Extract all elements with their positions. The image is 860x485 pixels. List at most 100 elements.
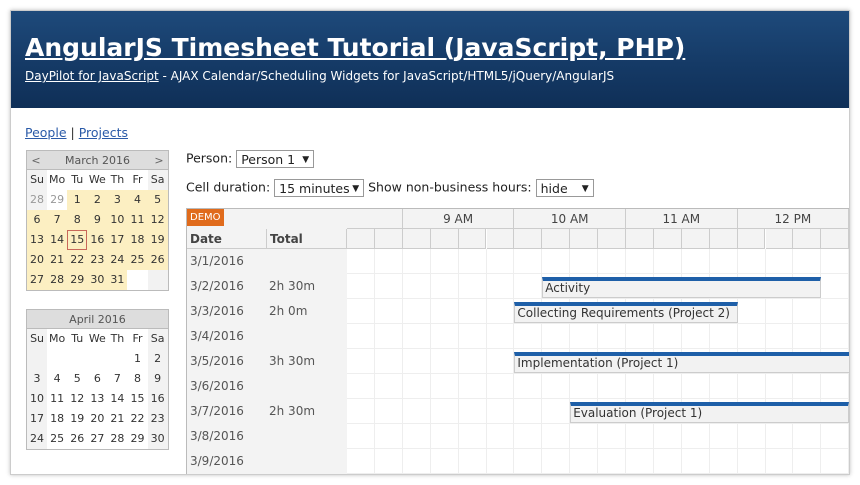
calendar-day[interactable]: 13 bbox=[27, 230, 48, 250]
page-header: AngularJS Timesheet Tutorial (JavaScript… bbox=[11, 11, 849, 108]
calendar-day[interactable]: 2 bbox=[147, 349, 168, 369]
row-header[interactable]: 3/8/2016 bbox=[187, 424, 347, 450]
daypilot-link[interactable]: DayPilot for JavaScript bbox=[25, 69, 159, 83]
calendar-day[interactable]: 25 bbox=[47, 429, 67, 449]
calendar-day[interactable]: 3 bbox=[27, 369, 48, 389]
row-header[interactable]: 3/5/2016 3h 30m bbox=[187, 349, 347, 375]
calendar-day[interactable]: 4 bbox=[127, 190, 148, 210]
calendar-day[interactable]: 20 bbox=[27, 250, 48, 270]
weekday-row: Su Mo Tu We Th Fr Sa bbox=[27, 170, 168, 190]
row-header[interactable]: 3/4/2016 bbox=[187, 324, 347, 350]
calendar-day[interactable]: 10 bbox=[27, 389, 48, 409]
calendar-day[interactable]: 24 bbox=[107, 250, 128, 270]
row-header[interactable]: 3/6/2016 bbox=[187, 374, 347, 400]
calendar-day[interactable]: 18 bbox=[127, 230, 148, 250]
cell-duration-select[interactable]: 15 minutes ▼ bbox=[274, 179, 365, 197]
page-title[interactable]: AngularJS Timesheet Tutorial (JavaScript… bbox=[25, 33, 685, 62]
next-month-button[interactable]: > bbox=[150, 154, 168, 167]
calendar-day[interactable]: 17 bbox=[107, 230, 128, 250]
calendar-day[interactable]: 21 bbox=[47, 250, 68, 270]
column-header-total[interactable]: Total bbox=[267, 229, 347, 249]
row-header[interactable]: 3/9/2016 bbox=[187, 449, 347, 474]
person-control: Person: Person 1 ▼ bbox=[186, 150, 315, 168]
calendar-day[interactable]: 19 bbox=[67, 409, 87, 429]
calendar-day[interactable]: 28 bbox=[27, 190, 48, 210]
calendar-day[interactable]: 14 bbox=[47, 230, 68, 250]
calendar-day[interactable]: 11 bbox=[127, 210, 148, 230]
time-cell-header bbox=[793, 229, 822, 249]
week-row: 10 11 12 13 14 15 16 bbox=[27, 389, 168, 409]
calendar-day[interactable]: 11 bbox=[47, 389, 67, 409]
calendar-day[interactable]: 12 bbox=[147, 210, 168, 230]
calendar-day[interactable]: 21 bbox=[107, 409, 127, 429]
calendar-day[interactable]: 15 bbox=[67, 230, 88, 250]
calendar-day[interactable]: 1 bbox=[67, 190, 88, 210]
calendar-day[interactable]: 17 bbox=[27, 409, 48, 429]
calendar-day[interactable]: 23 bbox=[87, 250, 108, 270]
calendar-day[interactable]: 6 bbox=[87, 369, 107, 389]
row-header[interactable]: 3/3/2016 2h 0m bbox=[187, 299, 347, 325]
calendar-day[interactable]: 16 bbox=[147, 389, 168, 409]
timesheet-event[interactable]: Activity bbox=[542, 277, 822, 298]
calendar-day[interactable]: 20 bbox=[87, 409, 107, 429]
calendar-day[interactable]: 28 bbox=[107, 429, 127, 449]
weekday-label: Tu bbox=[71, 173, 84, 186]
calendar-day[interactable]: 12 bbox=[67, 389, 87, 409]
nav-people-link[interactable]: People bbox=[25, 125, 67, 140]
calendar-day[interactable]: 27 bbox=[87, 429, 107, 449]
timesheet-event[interactable]: Implementation (Project 1) bbox=[514, 352, 849, 373]
hour-header bbox=[347, 209, 403, 229]
calendar-day[interactable]: 5 bbox=[67, 369, 87, 389]
calendar-day[interactable]: 26 bbox=[67, 429, 87, 449]
calendar-day[interactable]: 7 bbox=[107, 369, 127, 389]
calendar-day[interactable]: 29 bbox=[47, 190, 67, 210]
row-header[interactable]: 3/1/2016 bbox=[187, 249, 347, 275]
timesheet-event[interactable]: Collecting Requirements (Project 2) bbox=[514, 302, 738, 323]
calendar-day[interactable]: 31 bbox=[107, 270, 128, 290]
calendar-day[interactable]: 25 bbox=[127, 250, 148, 270]
calendar-day[interactable]: 22 bbox=[67, 250, 88, 270]
calendar-day[interactable]: 27 bbox=[27, 270, 48, 290]
timesheet-event[interactable]: Evaluation (Project 1) bbox=[570, 402, 849, 423]
calendar-day[interactable]: 13 bbox=[87, 389, 107, 409]
calendar-day[interactable]: 26 bbox=[147, 250, 168, 270]
calendar-day[interactable]: 19 bbox=[147, 230, 168, 250]
calendar-day[interactable]: 9 bbox=[87, 210, 108, 230]
calendar-day[interactable]: 24 bbox=[27, 429, 48, 449]
cell-duration-value: 15 minutes bbox=[279, 181, 350, 196]
calendar-day[interactable]: 30 bbox=[147, 429, 168, 449]
prev-month-button[interactable]: < bbox=[27, 154, 45, 167]
calendar-day[interactable]: 6 bbox=[27, 210, 48, 230]
calendar-day[interactable]: 14 bbox=[107, 389, 127, 409]
calendar-day[interactable]: 22 bbox=[127, 409, 147, 429]
calendar-day[interactable]: 29 bbox=[67, 270, 88, 290]
column-header-date[interactable]: Date bbox=[187, 229, 267, 249]
calendar-day[interactable]: 28 bbox=[47, 270, 68, 290]
calendar-day[interactable]: 8 bbox=[127, 369, 147, 389]
calendar-day[interactable]: 18 bbox=[47, 409, 67, 429]
calendar-day[interactable]: 3 bbox=[107, 190, 128, 210]
row-header[interactable]: 3/2/2016 2h 30m bbox=[187, 274, 347, 300]
calendar-day[interactable]: 10 bbox=[107, 210, 128, 230]
grid-vline bbox=[401, 249, 403, 474]
calendar-day[interactable]: 23 bbox=[147, 409, 168, 429]
nav-projects-link[interactable]: Projects bbox=[79, 125, 128, 140]
person-select[interactable]: Person 1 ▼ bbox=[236, 150, 315, 168]
calendar-day[interactable]: 16 bbox=[87, 230, 108, 250]
time-cell-header bbox=[626, 229, 654, 249]
calendar-day[interactable]: 29 bbox=[127, 429, 147, 449]
hour-header: 11 AM bbox=[626, 209, 738, 229]
non-business-select[interactable]: hide ▼ bbox=[535, 179, 594, 197]
non-business-value: hide bbox=[540, 181, 568, 196]
calendar-day[interactable]: 8 bbox=[67, 210, 88, 230]
calendar-day[interactable]: 2 bbox=[87, 190, 108, 210]
calendar-day[interactable]: 4 bbox=[47, 369, 67, 389]
calendar-day[interactable]: 1 bbox=[127, 349, 147, 369]
calendar-day[interactable]: 9 bbox=[147, 369, 168, 389]
calendar-day[interactable]: 30 bbox=[87, 270, 108, 290]
calendar-day[interactable]: 7 bbox=[47, 210, 68, 230]
calendar-day[interactable]: 5 bbox=[147, 190, 168, 210]
row-header[interactable]: 3/7/2016 2h 30m bbox=[187, 399, 347, 425]
calendar-day[interactable]: 15 bbox=[127, 389, 147, 409]
time-cell-header bbox=[709, 229, 738, 249]
